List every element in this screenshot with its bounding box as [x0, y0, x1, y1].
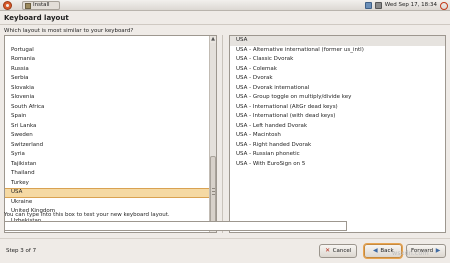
variant-list-item[interactable]: USA - Group toggle on multiply/divide ke…	[230, 93, 445, 103]
variant-list[interactable]: USA USA - Alternative international (form…	[229, 35, 446, 233]
cancel-button[interactable]: ✕ Cancel	[319, 244, 357, 258]
system-tray: Wed Sep 17, 18:34	[364, 0, 448, 11]
volume-icon[interactable]	[374, 2, 382, 9]
country-list-item[interactable]: Sweden	[5, 131, 212, 141]
watermark: wsxdn.com	[392, 249, 429, 257]
step-indicator: Step 3 of 7	[6, 248, 37, 254]
network-icon[interactable]	[364, 2, 372, 9]
country-list-item[interactable]: Russia	[5, 65, 212, 75]
ubuntu-logo-icon[interactable]	[3, 1, 12, 10]
forward-arrow-icon: ▶	[435, 247, 441, 254]
country-list-item[interactable]: Slovakia	[5, 84, 212, 94]
country-list-item[interactable]: Syria	[5, 150, 212, 160]
keyboard-test-input[interactable]	[4, 221, 347, 231]
variant-list-item[interactable]: USA - Alternative international (former …	[230, 46, 445, 56]
cancel-label: Cancel	[332, 248, 352, 254]
country-list-item[interactable]: Serbia	[5, 74, 212, 84]
country-list-item[interactable]: Tajikistan	[5, 160, 212, 170]
cancel-icon: ✕	[325, 247, 331, 254]
taskbar-install-label: Install	[33, 2, 50, 8]
top-panel: Install Wed Sep 17, 18:34	[0, 0, 450, 11]
title-divider	[0, 24, 450, 25]
taskbar-install-button[interactable]: Install	[22, 1, 60, 10]
clock[interactable]: Wed Sep 17, 18:34	[385, 0, 437, 11]
variant-list-item[interactable]: USA - International (AltGr dead keys)	[230, 103, 445, 113]
back-arrow-icon: ◀	[373, 247, 378, 254]
pane-divider[interactable]	[222, 35, 223, 233]
country-list-item[interactable]: Ukraine	[5, 198, 212, 208]
variant-list-item[interactable]: USA - Macintosh	[230, 131, 445, 141]
scroll-up-arrow-icon[interactable]: ▲	[210, 36, 216, 43]
layout-question: Which layout is most similar to your key…	[4, 28, 134, 34]
variant-list-item[interactable]: USA - Left handed Dvorak	[230, 122, 445, 132]
country-list-item[interactable]: Thailand	[5, 169, 212, 179]
variant-list-item[interactable]: USA - International (with dead keys)	[230, 112, 445, 122]
power-icon[interactable]	[440, 1, 448, 10]
installer-icon	[25, 2, 31, 9]
country-list-scrollbar[interactable]: ▲ ▼	[209, 36, 216, 232]
variant-list-item[interactable]: USA - Colemak	[230, 65, 445, 75]
country-list-item[interactable]: Portugal	[5, 46, 212, 56]
country-list[interactable]: Portugal Romania Russia Serbia Slovakia Slove…	[4, 35, 217, 233]
country-list-item[interactable]: South Africa	[5, 103, 212, 113]
country-list-item[interactable]: Turkey	[5, 179, 212, 189]
country-list-item[interactable]: Switzerland	[5, 141, 212, 151]
variant-list-item[interactable]: USA - Right handed Dvorak	[230, 141, 445, 151]
country-list-item[interactable]	[5, 36, 212, 46]
page-title: Keyboard layout	[4, 14, 69, 22]
variant-list-item[interactable]: USA - With EuroSign on 5	[230, 160, 445, 170]
country-list-item[interactable]: Slovenia	[5, 93, 212, 103]
country-list-item[interactable]: Spain	[5, 112, 212, 122]
variant-list-item[interactable]: USA - Dvorak	[230, 74, 445, 84]
variant-list-item[interactable]: USA - Classic Dvorak	[230, 55, 445, 65]
variant-list-item[interactable]: USA - Russian phonetic	[230, 150, 445, 160]
variant-list-item[interactable]: USA - Dvorak international	[230, 84, 445, 94]
country-list-item[interactable]: Sri Lanka	[5, 122, 212, 132]
scroll-thumb[interactable]	[210, 156, 216, 226]
test-input-label: You can type into this box to test your …	[4, 212, 170, 218]
footer-divider	[0, 238, 450, 239]
variant-list-item[interactable]: USA	[230, 36, 445, 46]
country-list-item[interactable]: Romania	[5, 55, 212, 65]
country-list-item[interactable]: USA	[5, 188, 212, 198]
